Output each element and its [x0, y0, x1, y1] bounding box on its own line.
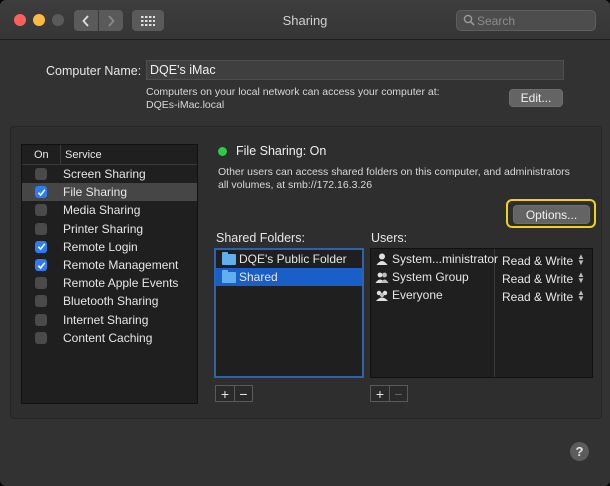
- search-field[interactable]: [456, 10, 596, 31]
- computer-address-description: Computers on your local network can acce…: [146, 86, 440, 112]
- single-user-icon: [376, 253, 388, 265]
- user-item[interactable]: System...ministrator: [375, 252, 498, 266]
- computer-address-line1: Computers on your local network can acce…: [146, 86, 440, 98]
- shared-folders-label: Shared Folders:: [216, 231, 305, 245]
- user-name: System Group: [392, 270, 469, 284]
- service-row[interactable]: Bluetooth Sharing: [22, 292, 197, 310]
- add-user-button[interactable]: +: [371, 386, 389, 402]
- services-list: Screen Sharing File Sharing Media Sharing P…: [22, 165, 197, 347]
- remove-user-button[interactable]: −: [389, 386, 407, 402]
- shared-folder-name: Shared: [239, 270, 278, 284]
- search-input[interactable]: [477, 12, 592, 29]
- stepper-arrows-icon[interactable]: ▲ ▼: [577, 271, 585, 285]
- service-checkbox[interactable]: [35, 222, 47, 235]
- file-sharing-description: Other users can access shared folders on…: [218, 166, 598, 192]
- shared-folder-name: DQE's Public Folder: [239, 252, 347, 266]
- options-button[interactable]: Options...: [513, 205, 590, 224]
- service-checkbox[interactable]: [35, 331, 47, 344]
- user-name: Everyone: [392, 288, 443, 302]
- services-table-header: On Service: [22, 144, 197, 165]
- stepper-arrows-icon[interactable]: ▲ ▼: [577, 289, 585, 303]
- file-sharing-status: File Sharing: On: [236, 144, 327, 158]
- service-label: Printer Sharing: [63, 221, 144, 236]
- column-header-on[interactable]: On: [22, 149, 60, 161]
- file-sharing-description-line1: Other users can access shared folders on…: [218, 166, 570, 178]
- sharing-window: Sharing Computer Name: Computers on your…: [0, 0, 610, 486]
- folder-icon: [222, 251, 236, 265]
- shared-folders-add-remove: + −: [215, 385, 253, 402]
- users-column-divider: [494, 249, 495, 377]
- computer-name-label: Computer Name:: [46, 64, 142, 78]
- service-label: Screen Sharing: [63, 167, 146, 182]
- column-header-service[interactable]: Service: [60, 144, 102, 165]
- service-checkbox[interactable]: [35, 168, 47, 181]
- computer-name-field[interactable]: [146, 60, 564, 80]
- user-permission[interactable]: Read & Write: [502, 272, 573, 286]
- service-label: Remote Apple Events: [63, 276, 179, 291]
- shared-folders-list[interactable]: DQE's Public Folder Shared: [214, 248, 364, 378]
- folder-icon: [222, 269, 236, 283]
- service-row[interactable]: File Sharing: [22, 183, 197, 202]
- help-button[interactable]: ?: [570, 442, 589, 461]
- file-sharing-description-line2: all volumes, at smb://172.16.3.26: [218, 179, 373, 191]
- shared-folder-item[interactable]: Shared: [216, 268, 362, 286]
- user-permission[interactable]: Read & Write: [502, 290, 573, 304]
- service-row[interactable]: Internet Sharing: [22, 311, 197, 329]
- computer-address-line2: DQEs-iMac.local: [146, 99, 225, 111]
- service-checkbox[interactable]: [35, 295, 47, 308]
- service-label: Internet Sharing: [63, 312, 149, 327]
- service-checkbox[interactable]: [35, 277, 47, 290]
- add-shared-folder-button[interactable]: +: [216, 386, 234, 402]
- shared-folder-item[interactable]: DQE's Public Folder: [216, 250, 362, 268]
- service-label: Remote Management: [63, 258, 179, 273]
- service-checkbox[interactable]: [35, 313, 47, 326]
- service-label: Media Sharing: [63, 203, 141, 218]
- stepper-arrows-icon[interactable]: ▲ ▼: [577, 253, 585, 267]
- checkmark-icon: [37, 189, 45, 197]
- services-table[interactable]: On Service Screen Sharing File Sharing Med…: [21, 144, 198, 404]
- everyone-icon: [376, 290, 388, 301]
- group-icon: [375, 272, 389, 283]
- users-list[interactable]: System...ministrator Read & Write ▲ ▼ Sys…: [370, 248, 593, 378]
- user-permission[interactable]: Read & Write: [502, 254, 573, 268]
- service-checkbox[interactable]: [35, 259, 47, 272]
- remove-shared-folder-button[interactable]: −: [234, 386, 252, 402]
- titlebar: Sharing: [0, 0, 610, 40]
- service-checkbox[interactable]: [35, 240, 47, 253]
- service-row[interactable]: Remote Apple Events: [22, 274, 197, 292]
- user-name: System...ministrator: [392, 252, 499, 266]
- service-checkbox[interactable]: [35, 186, 47, 199]
- service-row[interactable]: Remote Login: [22, 238, 197, 256]
- service-row[interactable]: Content Caching: [22, 329, 197, 347]
- service-label: Content Caching: [63, 330, 153, 345]
- status-indicator: [218, 147, 227, 156]
- service-label: Remote Login: [63, 239, 138, 254]
- search-icon: [463, 14, 475, 26]
- service-row[interactable]: Remote Management: [22, 256, 197, 274]
- user-item[interactable]: System Group: [375, 270, 469, 284]
- service-checkbox[interactable]: [35, 204, 47, 217]
- service-row[interactable]: Screen Sharing: [22, 165, 197, 183]
- service-label: Bluetooth Sharing: [63, 294, 159, 309]
- service-row[interactable]: Media Sharing: [22, 201, 197, 219]
- checkmark-icon: [37, 243, 45, 251]
- edit-button[interactable]: Edit...: [509, 89, 563, 107]
- service-label: File Sharing: [63, 185, 128, 200]
- user-item[interactable]: Everyone: [375, 288, 443, 302]
- users-label: Users:: [371, 231, 408, 245]
- users-add-remove: + −: [370, 385, 408, 402]
- service-row[interactable]: Printer Sharing: [22, 220, 197, 238]
- checkmark-icon: [37, 261, 45, 269]
